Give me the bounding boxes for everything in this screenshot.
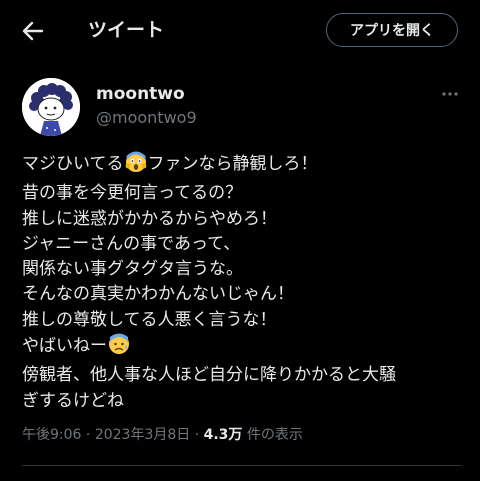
tweet-line: 推しの尊敬してる人悪く言うな！ [22,309,277,330]
back-button[interactable] [18,16,48,46]
open-app-button[interactable]: アプリを開く [326,13,458,47]
tweet-line: 傍観者、他人事な人ほど自分に降りかかると大騒 [22,365,396,386]
more-options-button[interactable] [438,84,462,104]
tweet-line: 関係ない事グタグタ言うな。 [22,259,243,280]
tweet-text: マジひいてる ファンなら静観しろ！ 昔の事を今更何言ってるの？ 推しに迷惑がかか… [22,151,462,414]
divider [22,465,462,466]
tweet-line: 昔の事を今更何言ってるの？ [22,183,243,204]
tweet-time[interactable]: 午後9:06 [22,427,81,443]
lucy-character-avatar-icon [22,78,80,136]
tweet-line: マジひいてる ファンなら静観しろ！ [22,151,462,181]
tweet-metadata: 午後9:06 · 2023年3月8日 · 4.3万 件の表示 [22,424,303,444]
tweet-line: やばいねー [22,333,462,363]
arrow-left-icon [22,21,44,41]
tweet-line: ぎするけどね [22,390,124,411]
user-display-name[interactable]: moontwo [96,84,185,104]
view-count-label: 件の表示 [246,427,303,443]
screaming-face-emoji-icon [125,151,147,181]
more-dots-icon [442,92,458,96]
user-handle[interactable]: @moontwo9 [96,108,197,127]
page-title: ツイート [88,19,165,41]
anxious-face-emoji-icon [108,333,130,363]
top-bar: ツイート アプリを開く [0,0,480,64]
tweet-date[interactable]: 2023年3月8日 [95,427,190,443]
tweet-line: そんなの真実かわかんないじゃん！ [22,284,294,305]
tweet-line: ジャニーさんの事であって、 [22,233,241,254]
separator-dot: · [85,427,91,443]
view-count: 4.3万 [203,427,243,443]
separator-dot: · [194,427,200,443]
avatar[interactable] [22,78,80,136]
tweet-line: 推しに迷惑がかかるからやめろ！ [22,208,277,229]
